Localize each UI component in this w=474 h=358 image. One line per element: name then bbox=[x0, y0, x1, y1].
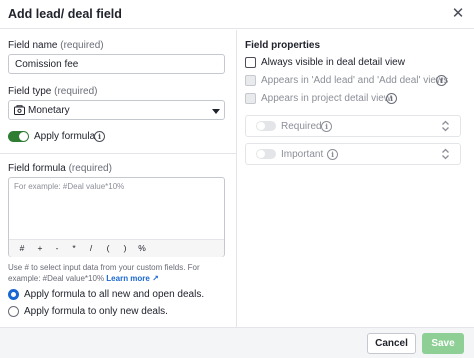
info-icon[interactable]: i bbox=[94, 131, 105, 142]
info-icon[interactable]: i bbox=[436, 75, 447, 86]
operator-close-paren[interactable]: ) bbox=[120, 243, 130, 253]
cancel-button[interactable]: Cancel bbox=[367, 333, 416, 354]
important-select[interactable]: Important i bbox=[245, 143, 461, 165]
dialog-title: Add lead/ deal field bbox=[8, 7, 122, 21]
apply-formula-label: Apply formula bbox=[34, 131, 96, 142]
field-type-label: Field type (required) bbox=[8, 86, 98, 97]
chevron-updown-icon bbox=[442, 120, 449, 132]
operator-hash[interactable]: # bbox=[17, 243, 27, 253]
operator-divide[interactable]: / bbox=[86, 243, 96, 253]
dialog-footer: Cancel Save bbox=[0, 327, 474, 358]
radio-new-deals[interactable] bbox=[8, 306, 19, 317]
formula-input[interactable] bbox=[9, 178, 224, 238]
checkbox-add-views[interactable] bbox=[245, 75, 256, 86]
checkbox-add-views-label: Appears in 'Add lead' and 'Add deal' vie… bbox=[261, 75, 449, 86]
radio-all-deals[interactable] bbox=[8, 289, 19, 300]
checkbox-project-detail[interactable] bbox=[245, 93, 256, 104]
money-icon bbox=[14, 105, 25, 115]
section-divider bbox=[0, 153, 236, 154]
required-select[interactable]: Required i bbox=[245, 115, 461, 137]
operator-minus[interactable]: - bbox=[52, 243, 62, 253]
operator-open-paren[interactable]: ( bbox=[103, 243, 113, 253]
chevron-updown-icon bbox=[442, 148, 449, 160]
important-label: Important bbox=[281, 149, 324, 160]
operator-percent[interactable]: % bbox=[137, 243, 147, 253]
dialog-header: Add lead/ deal field ✕ bbox=[0, 0, 474, 29]
info-icon[interactable]: i bbox=[327, 149, 338, 160]
important-toggle[interactable] bbox=[256, 149, 276, 159]
formula-help-text: Use # to select input data from your cus… bbox=[8, 263, 200, 283]
operator-toolbar: # + - * / ( ) % bbox=[9, 239, 224, 257]
checkbox-project-detail-label: Appears in project detail view bbox=[261, 93, 392, 104]
close-icon[interactable]: ✕ bbox=[449, 5, 467, 23]
field-formula-label: Field formula (required) bbox=[8, 163, 112, 174]
required-label: Required bbox=[281, 121, 322, 132]
field-name-input[interactable] bbox=[8, 54, 225, 74]
checkbox-deal-detail-label: Always visible in deal detail view bbox=[261, 57, 405, 68]
info-icon[interactable]: i bbox=[386, 93, 397, 104]
field-type-select[interactable]: Monetary bbox=[8, 100, 225, 120]
info-icon[interactable]: i bbox=[321, 121, 332, 132]
field-properties-title: Field properties bbox=[245, 40, 321, 51]
save-button[interactable]: Save bbox=[422, 333, 464, 354]
column-divider bbox=[236, 30, 237, 327]
apply-formula-toggle[interactable] bbox=[8, 131, 29, 142]
formula-editor: # + - * / ( ) % bbox=[8, 177, 225, 257]
required-toggle[interactable] bbox=[256, 121, 276, 131]
chevron-down-icon bbox=[212, 109, 220, 114]
field-name-label: Field name (required) bbox=[8, 40, 104, 51]
operator-plus[interactable]: + bbox=[35, 243, 45, 253]
radio-all-deals-label: Apply formula to all new and open deals. bbox=[24, 289, 205, 300]
operator-multiply[interactable]: * bbox=[69, 243, 79, 253]
checkbox-deal-detail[interactable] bbox=[245, 57, 256, 68]
toggle-knob bbox=[257, 150, 265, 158]
radio-new-deals-label: Apply formula to only new deals. bbox=[24, 306, 168, 317]
toggle-knob bbox=[19, 132, 28, 141]
toggle-knob bbox=[257, 122, 265, 130]
learn-more-link[interactable]: Learn more ↗ bbox=[106, 274, 159, 283]
field-type-value: Monetary bbox=[28, 105, 70, 116]
